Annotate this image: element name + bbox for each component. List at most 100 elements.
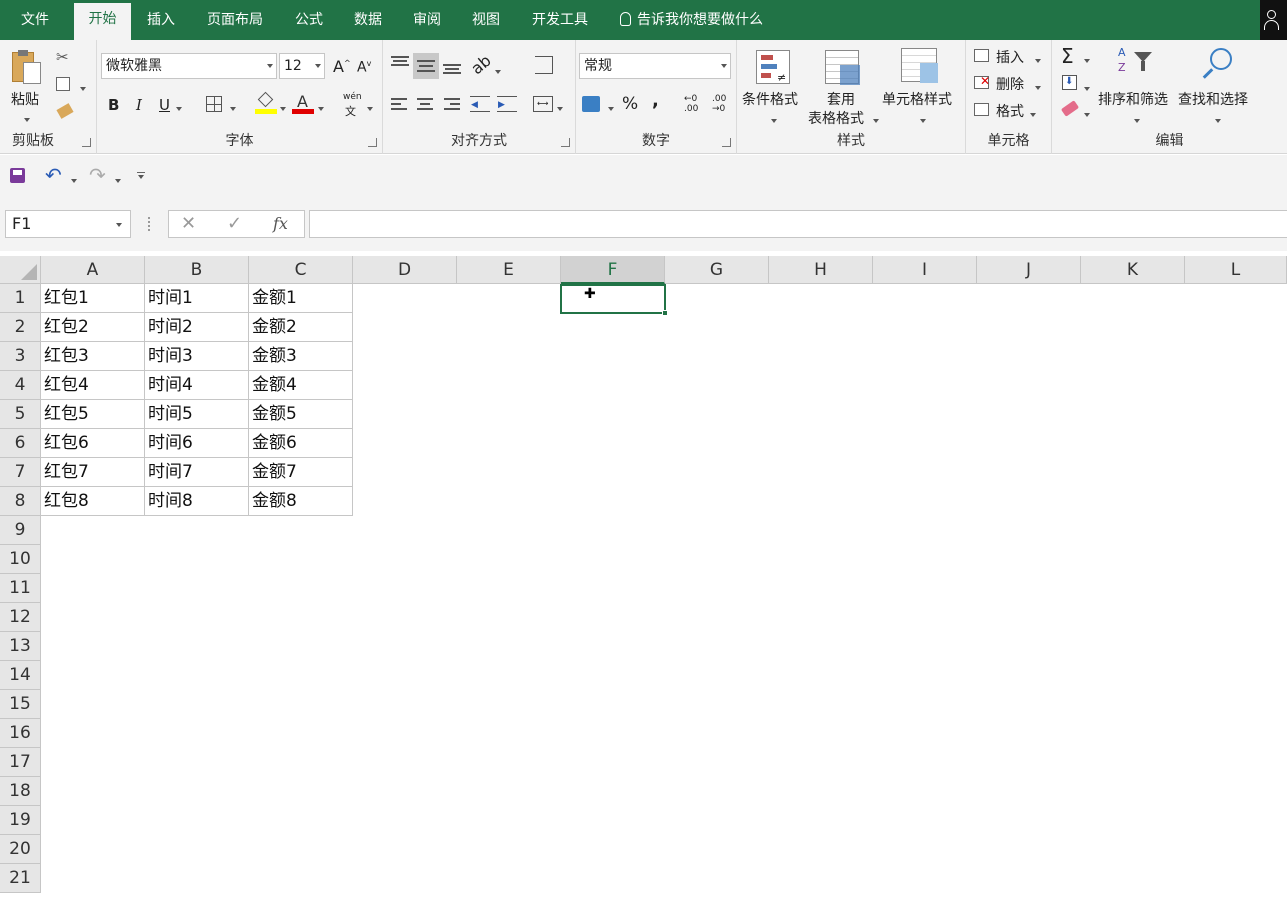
column-header-k[interactable]: K [1081,256,1185,284]
row-header-1[interactable]: 1 [0,284,41,313]
row-header-15[interactable]: 15 [0,690,41,719]
row-header-20[interactable]: 20 [0,835,41,864]
row-header-21[interactable]: 21 [0,864,41,893]
format-as-table-icon[interactable] [825,50,860,85]
tab-formulas[interactable]: 公式 [283,0,335,40]
conditional-formatting-icon[interactable]: ≠ [756,50,790,84]
find-select-button[interactable]: 查找和选择 [1178,89,1248,109]
save-icon[interactable] [10,168,25,183]
row-header-13[interactable]: 13 [0,632,41,661]
enter-icon[interactable]: ✓ [227,213,242,234]
row-header-2[interactable]: 2 [0,313,41,342]
borders-icon[interactable] [206,96,222,112]
cell-c2[interactable]: 金额2 [249,313,353,342]
cell-a1[interactable]: 红包1 [41,284,145,313]
cell-b5[interactable]: 时间5 [145,400,249,429]
delete-cells-button[interactable]: 删除 [996,74,1024,94]
percent-button[interactable]: % [622,94,638,114]
column-header-a[interactable]: A [41,256,145,284]
cell-b6[interactable]: 时间6 [145,429,249,458]
column-header-d[interactable]: D [353,256,457,284]
underline-button[interactable]: U [159,96,170,114]
row-header-18[interactable]: 18 [0,777,41,806]
row-header-7[interactable]: 7 [0,458,41,487]
cell-a6[interactable]: 红包6 [41,429,145,458]
orientation-icon[interactable]: ab [467,51,495,78]
tab-developer[interactable]: 开发工具 [521,0,599,40]
row-header-17[interactable]: 17 [0,748,41,777]
tab-review[interactable]: 审阅 [402,0,452,40]
formula-input[interactable] [309,210,1287,238]
cell-b1[interactable]: 时间1 [145,284,249,313]
format-cells-icon[interactable] [974,103,989,116]
column-header-f[interactable]: F [561,256,665,284]
cell-b4[interactable]: 时间4 [145,371,249,400]
align-right-icon[interactable] [444,98,460,110]
cell-c8[interactable]: 金额8 [249,487,353,516]
number-launcher-icon[interactable] [722,138,731,147]
font-launcher-icon[interactable] [368,138,377,147]
format-painter-icon[interactable] [56,103,74,119]
row-header-6[interactable]: 6 [0,429,41,458]
clear-icon[interactable] [1060,100,1080,117]
insert-cells-button[interactable]: 插入 [996,47,1024,67]
wrap-text-icon[interactable] [535,56,553,74]
sort-filter-icon[interactable]: A Z [1118,46,1158,80]
cell-styles-icon[interactable] [901,48,938,83]
format-cells-button[interactable]: 格式 [996,101,1024,121]
increase-indent-icon[interactable]: ▶ [497,96,517,112]
row-header-11[interactable]: 11 [0,574,41,603]
cell-c6[interactable]: 金额6 [249,429,353,458]
customize-qat-icon[interactable] [137,172,145,179]
row-header-8[interactable]: 8 [0,487,41,516]
column-header-j[interactable]: J [977,256,1081,284]
cell-styles-button[interactable]: 单元格样式 [882,89,952,109]
insert-cells-icon[interactable] [974,49,989,62]
redo-icon[interactable]: ↷ [89,163,106,187]
row-header-3[interactable]: 3 [0,342,41,371]
cell-c7[interactable]: 金额7 [249,458,353,487]
paste-dropdown-arrow[interactable] [24,113,30,128]
copy-icon[interactable] [56,77,70,91]
format-as-table-label-1[interactable]: 套用 [827,89,855,109]
fill-color-icon[interactable] [255,91,277,114]
increase-decimal-icon[interactable]: ←0.00 [684,94,698,114]
find-select-icon[interactable] [1200,48,1234,82]
name-box[interactable]: F1 [5,210,131,238]
cell-a5[interactable]: 红包5 [41,400,145,429]
tab-page-layout[interactable]: 页面布局 [196,0,274,40]
cell-c1[interactable]: 金额1 [249,284,353,313]
undo-icon[interactable]: ↶ [45,163,62,187]
column-header-g[interactable]: G [665,256,769,284]
fill-handle[interactable] [662,310,668,316]
paste-button[interactable]: 粘贴 [11,89,39,109]
cell-b3[interactable]: 时间3 [145,342,249,371]
number-format-select[interactable]: 常规 [579,53,731,79]
cell-a4[interactable]: 红包4 [41,371,145,400]
cell-c4[interactable]: 金额4 [249,371,353,400]
comma-button[interactable]: , [652,90,659,111]
column-header-c[interactable]: C [249,256,353,284]
align-bottom-icon[interactable] [443,62,461,76]
tab-data[interactable]: 数据 [343,0,393,40]
row-header-12[interactable]: 12 [0,603,41,632]
column-header-i[interactable]: I [873,256,977,284]
format-as-table-label-2[interactable]: 表格格式 [808,108,864,128]
bold-button[interactable]: B [108,96,119,114]
sort-filter-button[interactable]: 排序和筛选 [1098,89,1168,109]
paste-icon[interactable] [12,50,42,86]
tab-file[interactable]: 文件 [0,0,70,40]
cell-c5[interactable]: 金额5 [249,400,353,429]
autosum-icon[interactable]: Σ [1061,44,1074,68]
font-color-icon[interactable]: A [292,92,314,114]
cell-a8[interactable]: 红包8 [41,487,145,516]
italic-button[interactable]: I [136,96,142,114]
row-header-9[interactable]: 9 [0,516,41,545]
row-header-5[interactable]: 5 [0,400,41,429]
accounting-format-icon[interactable] [582,96,600,112]
align-left-icon[interactable] [391,98,407,110]
merge-center-icon[interactable]: ⟷ [533,96,553,112]
cell-b8[interactable]: 时间8 [145,487,249,516]
align-top-icon[interactable] [391,54,409,68]
decrease-font-icon[interactable]: Av [357,59,371,76]
